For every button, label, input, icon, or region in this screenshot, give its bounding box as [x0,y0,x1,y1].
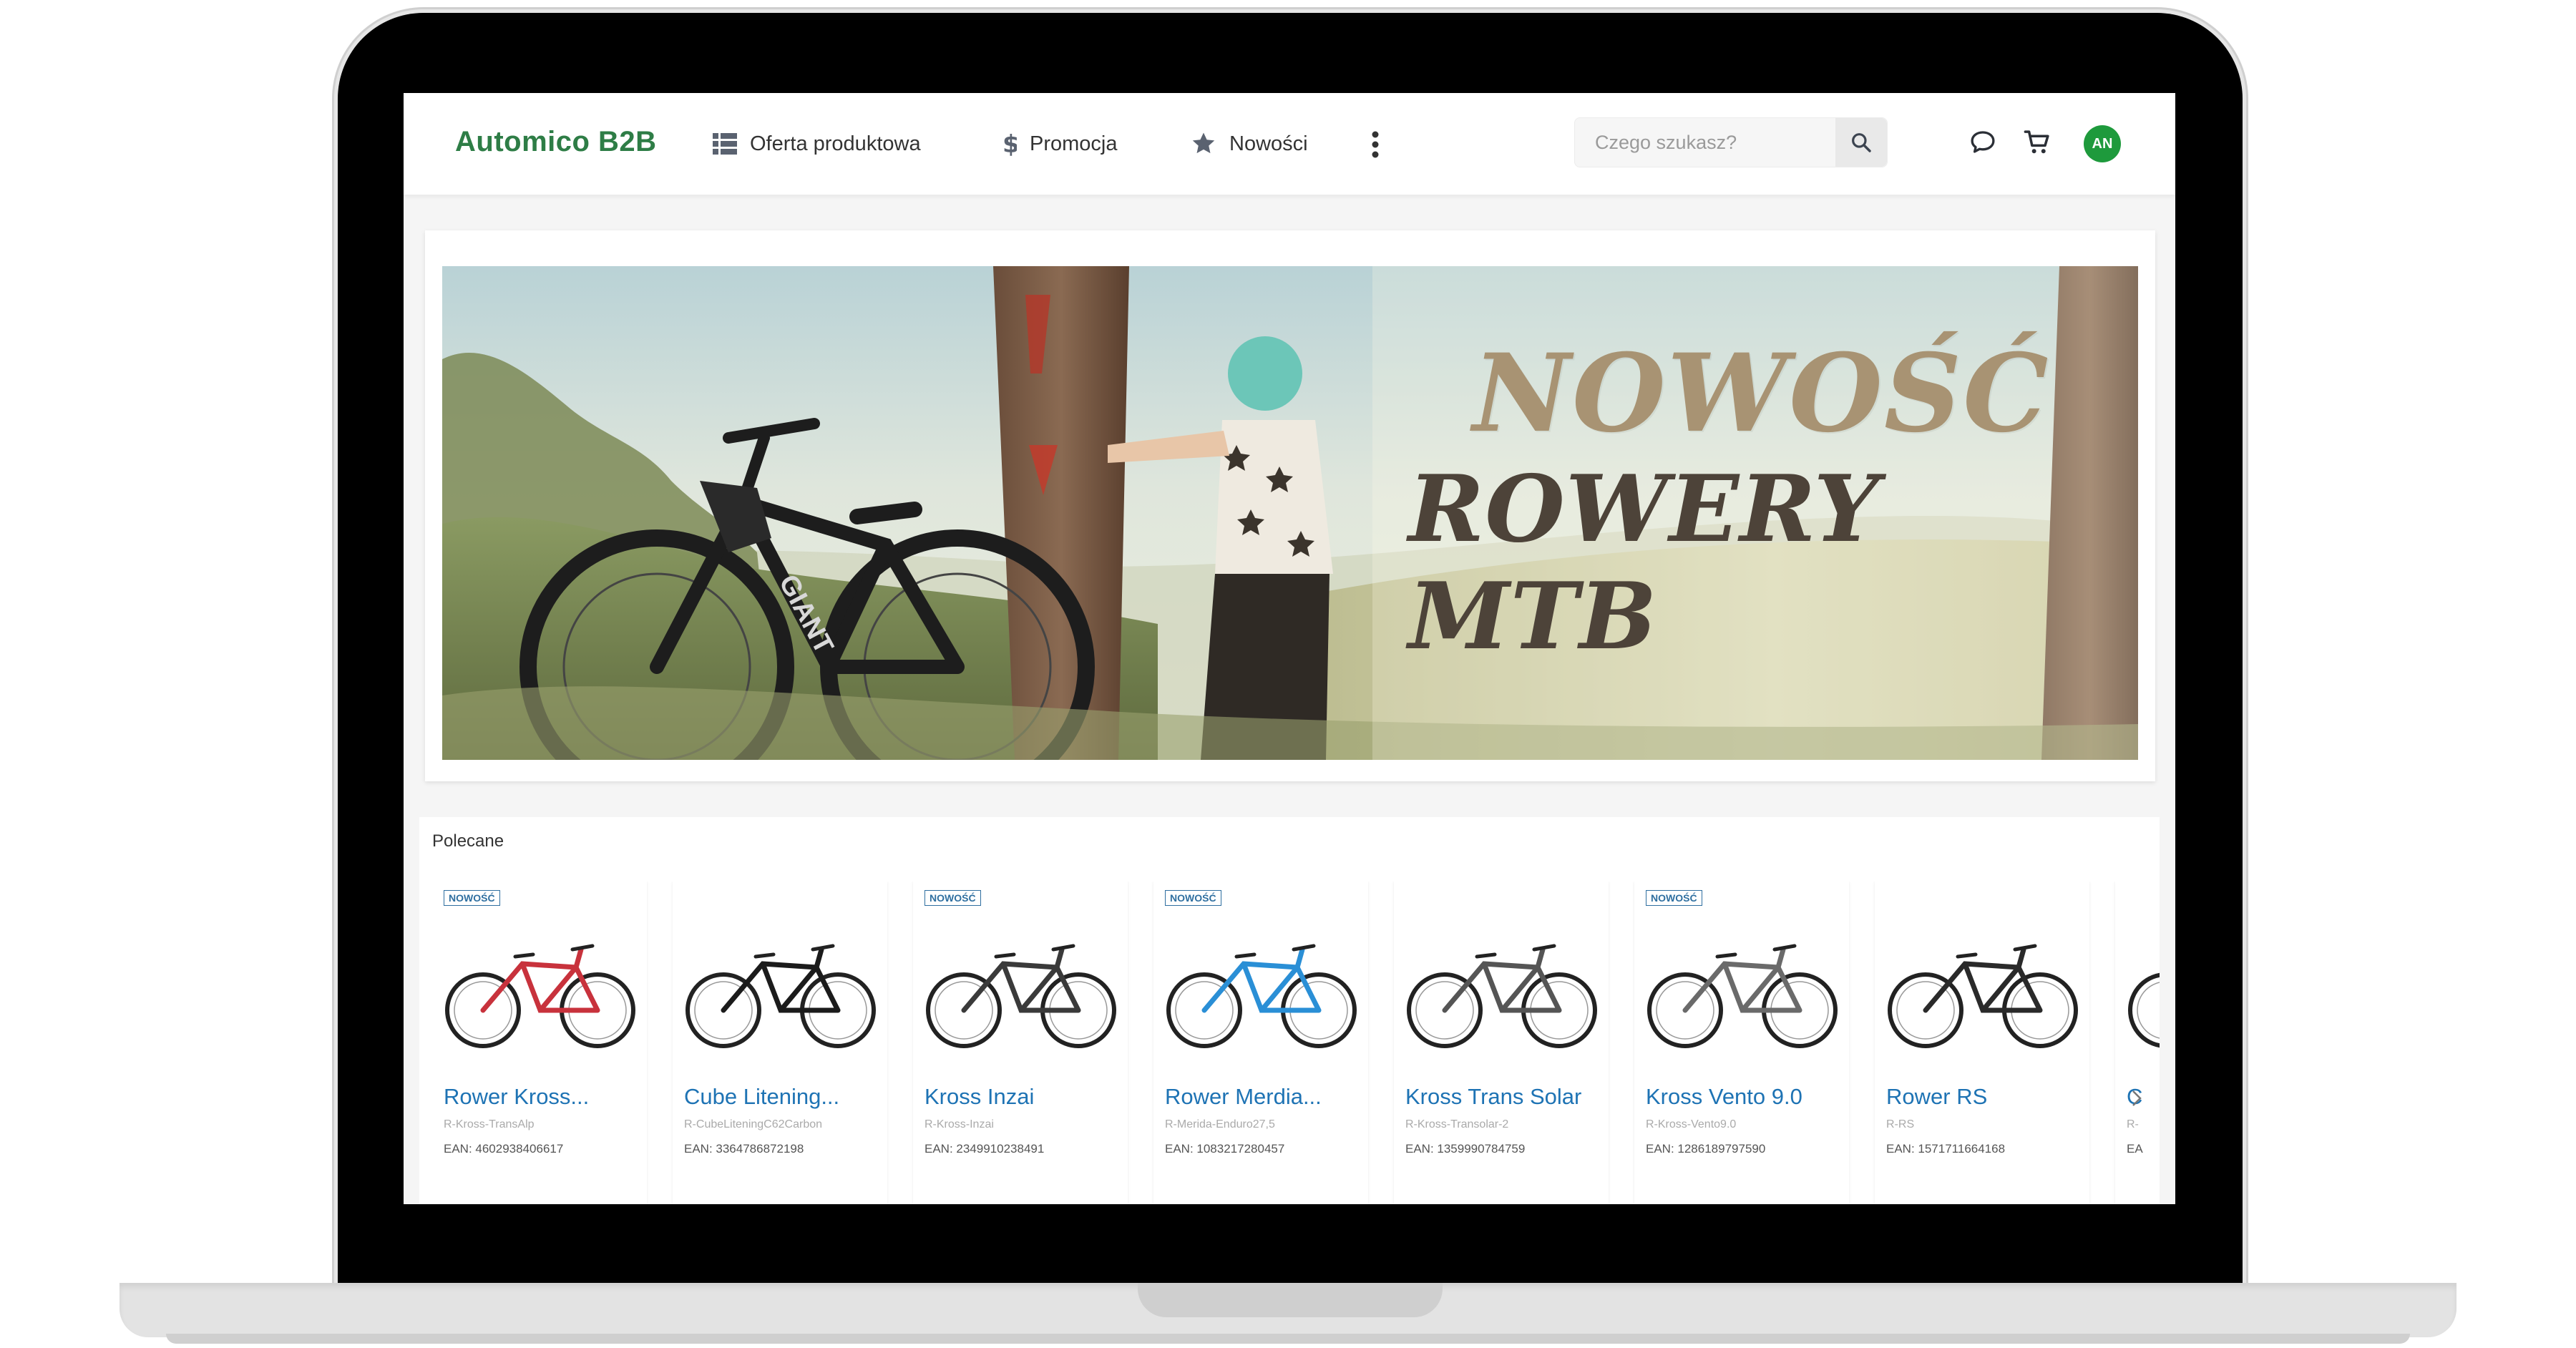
product-card[interactable]: NOWOŚĆ Kross Vento 9.0 R-Kross-Vento9.0 EAN… [1634,881,1849,1204]
new-badge: NOWOŚĆ [1165,890,1221,906]
search-box [1574,117,1888,167]
product-name[interactable]: Kross Inzai [924,1084,1125,1110]
nav-label: Nowości [1229,132,1308,155]
product-ean: EAN: 1286189797590 [1646,1142,1766,1156]
product-card[interactable]: Kross Trans Solar R-Kross-Transolar-2 EAN:… [1394,881,1609,1204]
product-card[interactable]: NOWOŚĆ Rower Merdia... R-Merida-Enduro27,5… [1153,881,1368,1204]
nav-item-oferta[interactable]: Oferta produktowa [713,126,921,162]
product-card[interactable]: NOWOŚĆ Kross Inzai R-Kross-Inzai EAN: 23499… [913,881,1128,1204]
product-image [1405,924,1599,1070]
chat-button[interactable] [1968,127,1998,160]
product-ean: EAN: 4602938406617 [444,1142,564,1156]
search-button[interactable] [1835,118,1887,167]
more-menu-button[interactable] [1361,127,1390,162]
product-sku: R-Kross-Vento9.0 [1646,1118,1737,1130]
nav-label: Oferta produktowa [750,132,921,155]
dollar-icon: $ [1002,130,1017,157]
product-card[interactable]: Rower RS R-RS EAN: 1571711664168 [1875,881,2089,1204]
product-ean: EAN: 2349910238491 [924,1142,1045,1156]
product-sku: R- [2127,1118,2139,1130]
product-sku: R-Kross-Transolar-2 [1405,1118,1509,1130]
product-carousel: NOWOŚĆ Rower Kross... R-Kross-TransAlp EAN:… [432,881,2160,1204]
banner-title: NOWOŚĆ [1473,331,2050,456]
more-vertical-icon [1372,131,1379,158]
product-sku: R-Kross-TransAlp [444,1118,535,1130]
product-image [444,924,637,1070]
new-badge: NOWOŚĆ [444,890,500,906]
chevron-right-icon [2132,1090,2142,1106]
product-sku: R-Kross-Inzai [924,1118,994,1130]
promo-banner[interactable]: GIANT NOWOŚĆ ROWERY MTB [442,266,2138,760]
app-logo[interactable]: Automico B2B [455,126,657,158]
laptop-base-foot [166,1334,2410,1344]
product-ean: EAN: 1083217280457 [1165,1142,1285,1156]
carousel-next-button[interactable] [2129,1088,2144,1112]
nav-item-promocja[interactable]: $ Promocja [1001,126,1118,162]
nav-label: Promocja [1030,132,1118,155]
shopping-cart-icon [2024,130,2049,154]
product-card[interactable]: C R- EA [2115,881,2160,1204]
new-badge: NOWOŚĆ [1646,890,1702,906]
product-ean: EA [2127,1142,2143,1156]
product-ean: EAN: 1571711664168 [1886,1142,2006,1156]
recommended-section: Polecane NOWOŚĆ Rower Kross... R-Kross-Tra… [419,817,2160,1204]
product-sku: R-Merida-Enduro27,5 [1165,1118,1275,1130]
section-title: Polecane [432,831,504,851]
product-name[interactable]: Kross Vento 9.0 [1646,1084,1846,1110]
banner-subtitle: ROWERY MTB [1408,456,1880,670]
new-badge: NOWOŚĆ [924,890,981,906]
chat-bubble-icon [1971,131,1995,153]
product-image [2127,924,2160,1070]
product-ean: EAN: 1359990784759 [1405,1142,1526,1156]
cart-button[interactable] [2022,127,2052,160]
grid-list-icon [713,133,737,155]
product-name[interactable]: Rower Kross... [444,1084,644,1110]
product-ean: EAN: 3364786872198 [684,1142,804,1156]
search-icon [1852,133,1871,152]
product-image [1646,924,1839,1070]
product-image [924,924,1118,1070]
product-card[interactable]: Cube Litening... R-CubeLiteningC62Carbon E… [673,881,887,1204]
product-card[interactable]: NOWOŚĆ Rower Kross... R-Kross-TransAlp EAN:… [432,881,647,1204]
app-screen: Automico B2B Oferta produktowa $ Promocj… [404,93,2175,1204]
product-sku: R-CubeLiteningC62Carbon [684,1118,823,1130]
product-name[interactable]: Cube Litening... [684,1084,884,1110]
product-name[interactable]: Rower Merdia... [1165,1084,1365,1110]
user-avatar[interactable]: AN [2084,125,2121,162]
star-icon [1192,132,1215,154]
product-name[interactable]: Rower RS [1886,1084,2087,1110]
product-image [684,924,877,1070]
nav-item-nowosci[interactable]: Nowości [1191,126,1308,162]
search-input[interactable] [1575,118,1838,167]
svg-text:$: $ [1002,130,1017,157]
product-image [1886,924,2079,1070]
laptop-notch [1138,1283,1443,1317]
top-header: Automico B2B Oferta produktowa $ Promocj… [404,93,2175,195]
product-name[interactable]: Kross Trans Solar [1405,1084,1606,1110]
product-sku: R-RS [1886,1118,1915,1130]
promo-banner-card: GIANT NOWOŚĆ ROWERY MTB [425,230,2155,781]
product-image [1165,924,1358,1070]
